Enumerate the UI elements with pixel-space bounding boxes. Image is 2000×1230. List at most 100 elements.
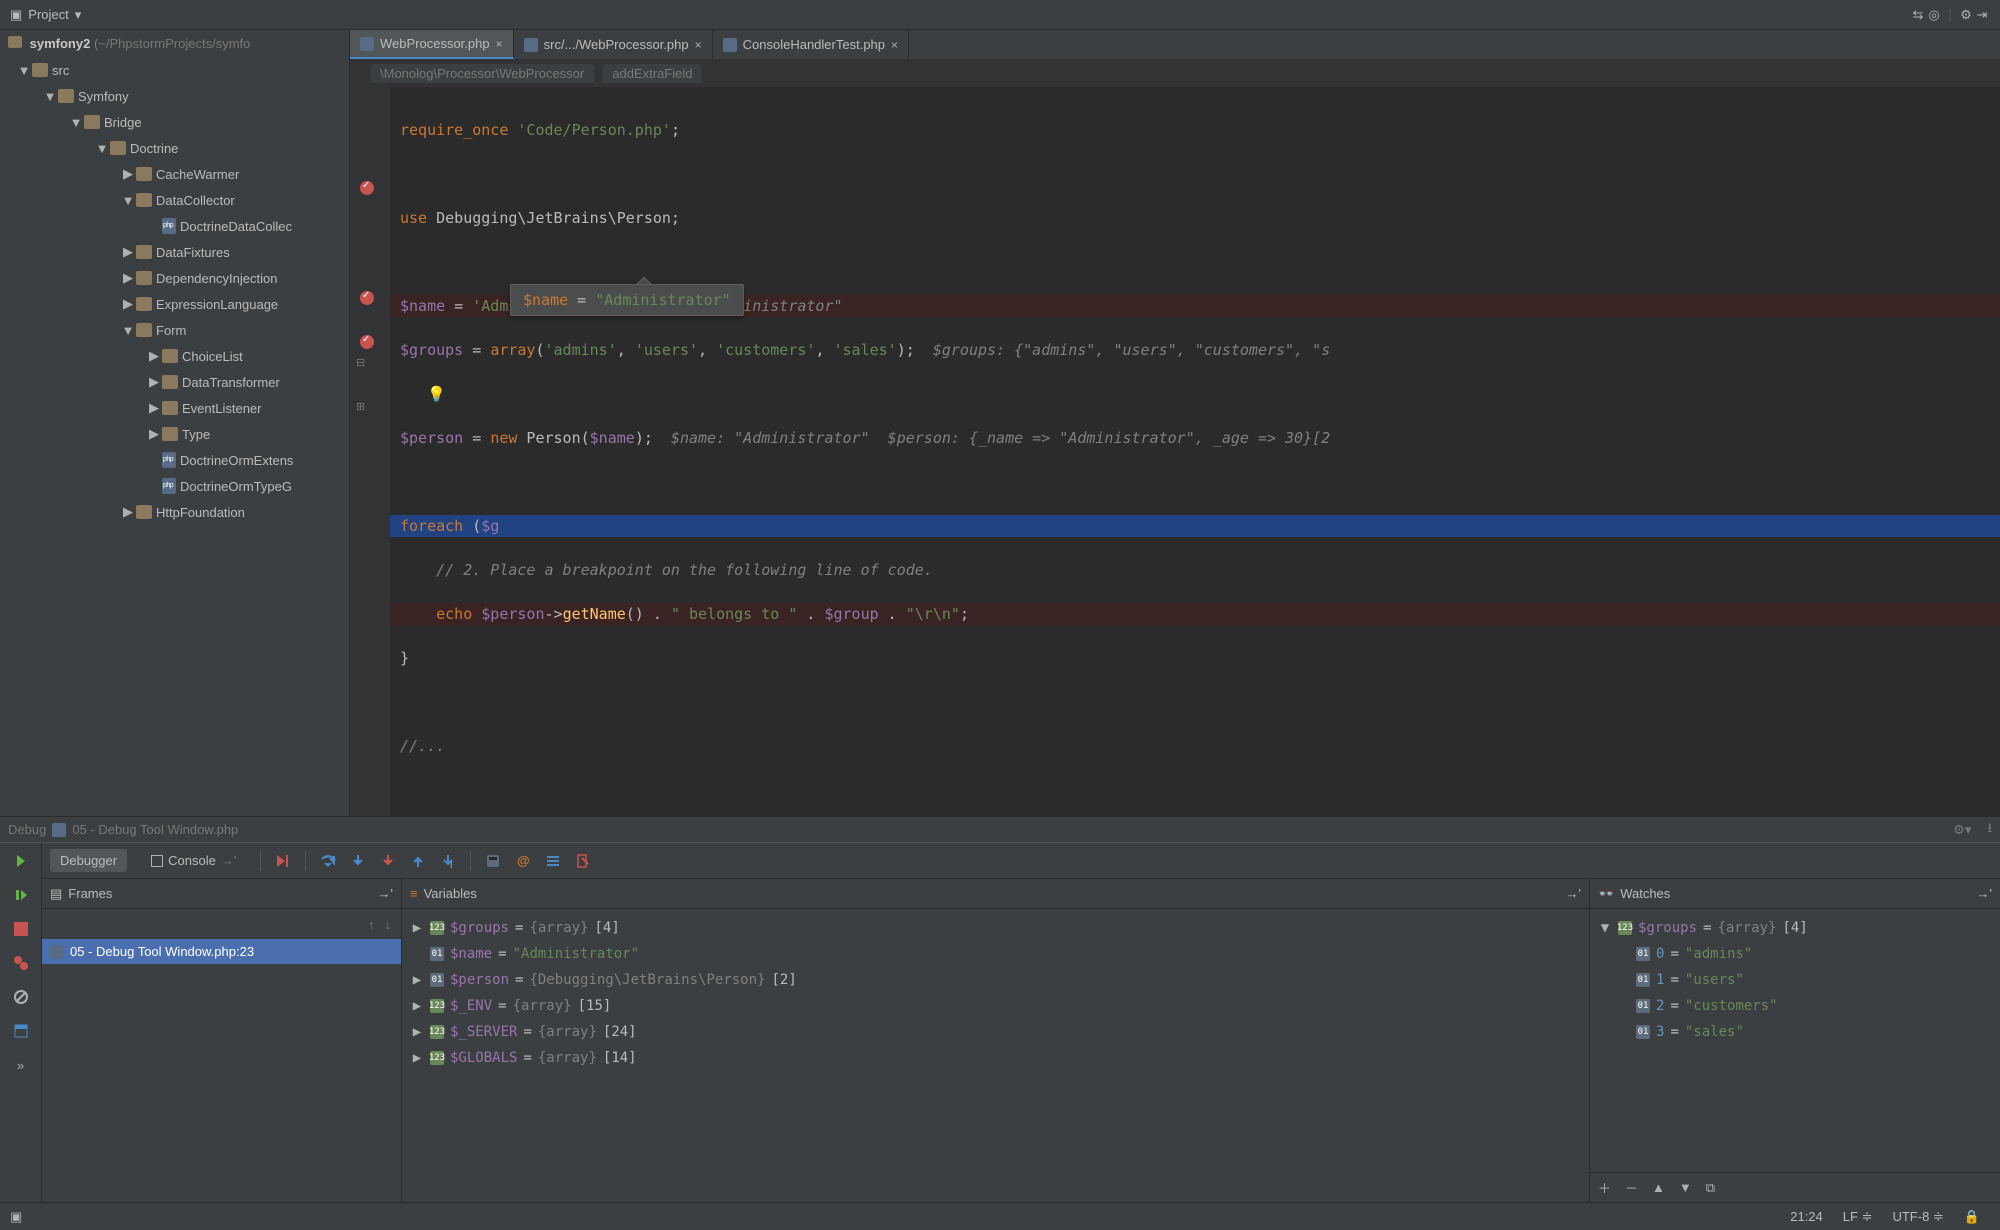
code-editor[interactable]: require_once 'Code/Person.php'; use Debu… bbox=[390, 87, 2000, 816]
tree-node[interactable]: ▶DependencyInjection bbox=[0, 265, 349, 291]
tree-node[interactable]: ▼DataCollector bbox=[0, 187, 349, 213]
watch-item-row[interactable]: 01 0 = "admins" bbox=[1590, 941, 2000, 967]
add-watch-icon[interactable]: ＋ bbox=[1598, 1178, 1611, 1197]
expand-arrow-icon[interactable]: ▶ bbox=[410, 1024, 424, 1040]
expand-arrow-icon[interactable]: ▶ bbox=[410, 998, 424, 1014]
editor-gutter[interactable]: ⊟ ⊞ bbox=[350, 87, 390, 816]
tree-node[interactable]: DoctrineOrmExtens bbox=[0, 447, 349, 473]
expand-arrow-icon[interactable]: ▼ bbox=[120, 323, 136, 338]
tree-node[interactable]: ▶CacheWarmer bbox=[0, 161, 349, 187]
fold-icon[interactable]: ⊟ bbox=[356, 356, 365, 369]
variable-row[interactable]: 01 $name = "Administrator" bbox=[402, 941, 1589, 967]
pin-icon[interactable]: →' bbox=[1977, 886, 1992, 901]
lock-icon[interactable]: 🔒 bbox=[1954, 1209, 1990, 1225]
fold-icon[interactable]: ⊞ bbox=[356, 400, 365, 413]
gear-icon[interactable]: ⚙ bbox=[1958, 7, 1974, 23]
expand-arrow-icon[interactable]: ▶ bbox=[120, 296, 136, 312]
tree-node[interactable]: ▶ExpressionLanguage bbox=[0, 291, 349, 317]
tree-node[interactable]: ▼Symfony bbox=[0, 83, 349, 109]
download-icon[interactable]: ⭳ bbox=[1987, 819, 1992, 841]
watch-item-row[interactable]: 01 1 = "users" bbox=[1590, 967, 2000, 993]
expand-arrow-icon[interactable]: ▶ bbox=[146, 374, 162, 390]
debugger-tab[interactable]: Debugger bbox=[50, 849, 127, 872]
layout-icon[interactable] bbox=[13, 1023, 29, 1039]
watch-item-row[interactable]: 01 2 = "customers" bbox=[1590, 993, 2000, 1019]
expand-arrow-icon[interactable]: ▶ bbox=[410, 972, 424, 988]
step-over-icon[interactable] bbox=[320, 853, 336, 869]
tree-node[interactable]: ▶DataTransformer bbox=[0, 369, 349, 395]
pin-icon[interactable]: →' bbox=[1566, 886, 1581, 901]
collapse-icon[interactable]: ⇆ bbox=[1910, 7, 1926, 23]
tree-node[interactable]: ▶ChoiceList bbox=[0, 343, 349, 369]
cursor-position[interactable]: 21:24 bbox=[1780, 1209, 1833, 1224]
expand-arrow-icon[interactable]: ▶ bbox=[146, 426, 162, 442]
evaluate-icon[interactable] bbox=[485, 853, 501, 869]
close-icon[interactable]: × bbox=[891, 38, 898, 52]
close-icon[interactable]: × bbox=[496, 37, 503, 51]
editor-tab[interactable]: WebProcessor.php× bbox=[350, 30, 514, 59]
force-step-into-icon[interactable] bbox=[380, 853, 396, 869]
expand-arrow-icon[interactable]: ▼ bbox=[94, 141, 110, 156]
show-execution-point-icon[interactable] bbox=[275, 853, 291, 869]
tree-node[interactable]: DoctrineDataCollec bbox=[0, 213, 349, 239]
tool-windows-icon[interactable]: ▣ bbox=[10, 1209, 22, 1225]
breadcrumb-path[interactable]: \Monolog\Processor\WebProcessor bbox=[370, 64, 594, 83]
close-session-icon[interactable] bbox=[575, 853, 591, 869]
gear-icon[interactable]: ⚙▾ bbox=[1953, 822, 1971, 838]
hide-icon[interactable]: ⇥ bbox=[1974, 7, 1990, 23]
tree-node[interactable]: ▼Doctrine bbox=[0, 135, 349, 161]
expand-arrow-icon[interactable]: ▶ bbox=[410, 920, 424, 936]
breakpoint-icon[interactable] bbox=[360, 335, 374, 349]
pin-icon[interactable]: →' bbox=[378, 886, 393, 901]
variable-row[interactable]: ▶123 $GLOBALS = {array} [14] bbox=[402, 1045, 1589, 1071]
more-icon[interactable]: » bbox=[13, 1057, 29, 1073]
target-icon[interactable]: ◎ bbox=[1926, 7, 1942, 23]
watch-down-icon[interactable]: ▼ bbox=[1679, 1180, 1692, 1195]
frame-down-icon[interactable]: ↓ bbox=[385, 917, 392, 932]
breadcrumb-member[interactable]: addExtraField bbox=[602, 64, 702, 83]
variable-row[interactable]: ▶123 $groups = {array} [4] bbox=[402, 915, 1589, 941]
expand-arrow-icon[interactable]: ▶ bbox=[146, 348, 162, 364]
project-selector[interactable]: ▣ Project ▾ bbox=[10, 7, 81, 23]
expand-arrow-icon[interactable]: ▼ bbox=[120, 193, 136, 208]
tree-node[interactable]: ▼src bbox=[0, 57, 349, 83]
line-separator[interactable]: LF ≑ bbox=[1833, 1209, 1883, 1225]
run-to-cursor-icon[interactable]: I bbox=[440, 853, 456, 869]
file-encoding[interactable]: UTF-8 ≑ bbox=[1882, 1209, 1953, 1225]
expand-arrow-icon[interactable]: ▶ bbox=[120, 504, 136, 520]
variable-row[interactable]: ▶123 $_ENV = {array} [15] bbox=[402, 993, 1589, 1019]
expand-arrow-icon[interactable]: ▶ bbox=[410, 1050, 424, 1066]
step-out-icon[interactable] bbox=[410, 853, 426, 869]
at-icon[interactable]: @ bbox=[515, 853, 531, 869]
expand-arrow-icon[interactable]: ▶ bbox=[146, 400, 162, 416]
settings-list-icon[interactable] bbox=[545, 853, 561, 869]
copy-watch-icon[interactable]: ⧉ bbox=[1706, 1180, 1715, 1196]
remove-watch-icon[interactable]: － bbox=[1625, 1178, 1638, 1197]
tree-node[interactable]: ▶EventListener bbox=[0, 395, 349, 421]
editor-tab[interactable]: ConsoleHandlerTest.php× bbox=[713, 30, 909, 59]
console-tab[interactable]: Console→' bbox=[141, 849, 246, 872]
tree-node[interactable]: ▼Bridge bbox=[0, 109, 349, 135]
stop-icon[interactable] bbox=[13, 921, 29, 937]
expand-arrow-icon[interactable]: ▼ bbox=[1598, 920, 1612, 936]
mute-breakpoints-icon[interactable] bbox=[13, 989, 29, 1005]
project-root[interactable]: symfony2 (~/PhpstormProjects/symfo bbox=[0, 30, 349, 57]
tree-node[interactable]: ▶HttpFoundation bbox=[0, 499, 349, 525]
close-icon[interactable]: × bbox=[695, 38, 702, 52]
variable-row[interactable]: ▶123 $_SERVER = {array} [24] bbox=[402, 1019, 1589, 1045]
tree-node[interactable]: ▶Type bbox=[0, 421, 349, 447]
expand-arrow-icon[interactable]: ▼ bbox=[16, 63, 32, 78]
expand-arrow-icon[interactable]: ▼ bbox=[68, 115, 84, 130]
resume-icon[interactable] bbox=[13, 887, 29, 903]
editor-tab[interactable]: src/.../WebProcessor.php× bbox=[514, 30, 713, 59]
watch-item-row[interactable]: 01 3 = "sales" bbox=[1590, 1019, 2000, 1045]
frame-row[interactable]: 05 - Debug Tool Window.php:23 bbox=[42, 939, 401, 964]
expand-arrow-icon[interactable]: ▶ bbox=[120, 270, 136, 286]
tree-node[interactable]: ▼Form bbox=[0, 317, 349, 343]
breakpoint-icon[interactable] bbox=[360, 291, 374, 305]
expand-arrow-icon[interactable]: ▶ bbox=[120, 166, 136, 182]
frame-up-icon[interactable]: ↑ bbox=[368, 917, 375, 932]
watch-up-icon[interactable]: ▲ bbox=[1652, 1180, 1665, 1195]
variable-row[interactable]: ▶01 $person = {Debugging\JetBrains\Perso… bbox=[402, 967, 1589, 993]
breakpoint-icon[interactable] bbox=[360, 181, 374, 195]
